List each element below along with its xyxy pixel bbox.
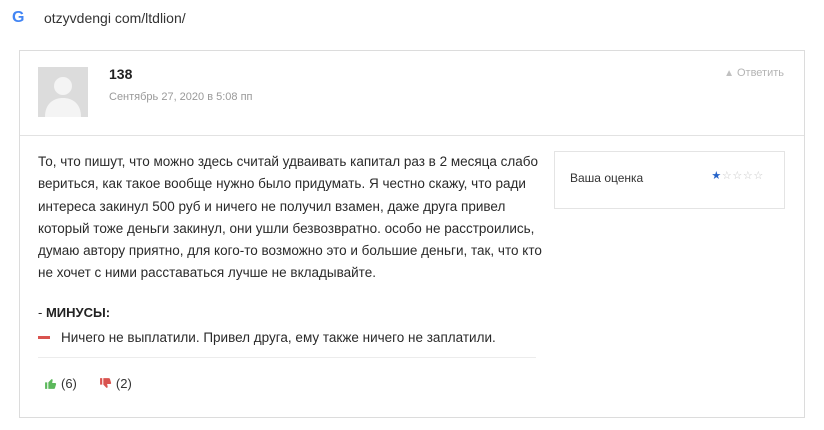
dislike-button[interactable]: (2) xyxy=(99,376,132,391)
review-text: То, что пишут, что можно здесь считай уд… xyxy=(38,154,542,281)
star-icon[interactable]: ☆ xyxy=(722,169,733,182)
review-card: 138 Сентябрь 27, 2020 в 5:08 пп ▲ Ответи… xyxy=(19,50,805,418)
thumbs-up-icon xyxy=(45,379,57,389)
like-button[interactable]: (6) xyxy=(44,376,77,391)
review-date: Сентябрь 27, 2020 в 5:08 пп xyxy=(109,91,253,103)
review-header: 138 Сентябрь 27, 2020 в 5:08 пп ▲ Ответи… xyxy=(20,51,804,136)
reply-label: Ответить xyxy=(736,67,784,79)
star-icon[interactable]: ☆ xyxy=(753,169,764,182)
user-silhouette-icon xyxy=(38,67,88,117)
cons-item-text: Ничего не выплатили. Привел друга, ему т… xyxy=(61,330,496,345)
arrow-up-icon: ▲ xyxy=(724,67,734,79)
dislike-count: (2) xyxy=(115,376,132,391)
star-icon[interactable]: ☆ xyxy=(732,169,743,182)
cons-heading: - МИНУСЫ: xyxy=(38,305,111,320)
like-count: (6) xyxy=(61,376,77,391)
browser-bar: G otzyvdengi com/ltdlion/ xyxy=(12,8,186,28)
thumbs-down-icon xyxy=(99,378,112,388)
google-logo-icon: G xyxy=(12,9,25,26)
star-icon[interactable]: ☆ xyxy=(743,169,754,182)
page-url[interactable]: otzyvdengi com/ltdlion/ xyxy=(44,10,186,26)
rating-box: Ваша оценка ★ ☆ ☆ ☆ ☆ xyxy=(554,151,785,209)
vote-bar: (6) (2) xyxy=(44,376,132,391)
minus-icon xyxy=(38,336,50,339)
avatar xyxy=(38,67,88,117)
rating-stars: ★ ☆ ☆ ☆ ☆ xyxy=(711,169,764,182)
rating-label: Ваша оценка xyxy=(570,171,644,185)
reply-button[interactable]: ▲ Ответить xyxy=(724,67,784,79)
cons-item: Ничего не выплатили. Привел друга, ему т… xyxy=(38,330,496,345)
divider xyxy=(38,357,536,358)
star-icon[interactable]: ★ xyxy=(711,169,722,182)
author-name[interactable]: 138 xyxy=(109,66,132,82)
